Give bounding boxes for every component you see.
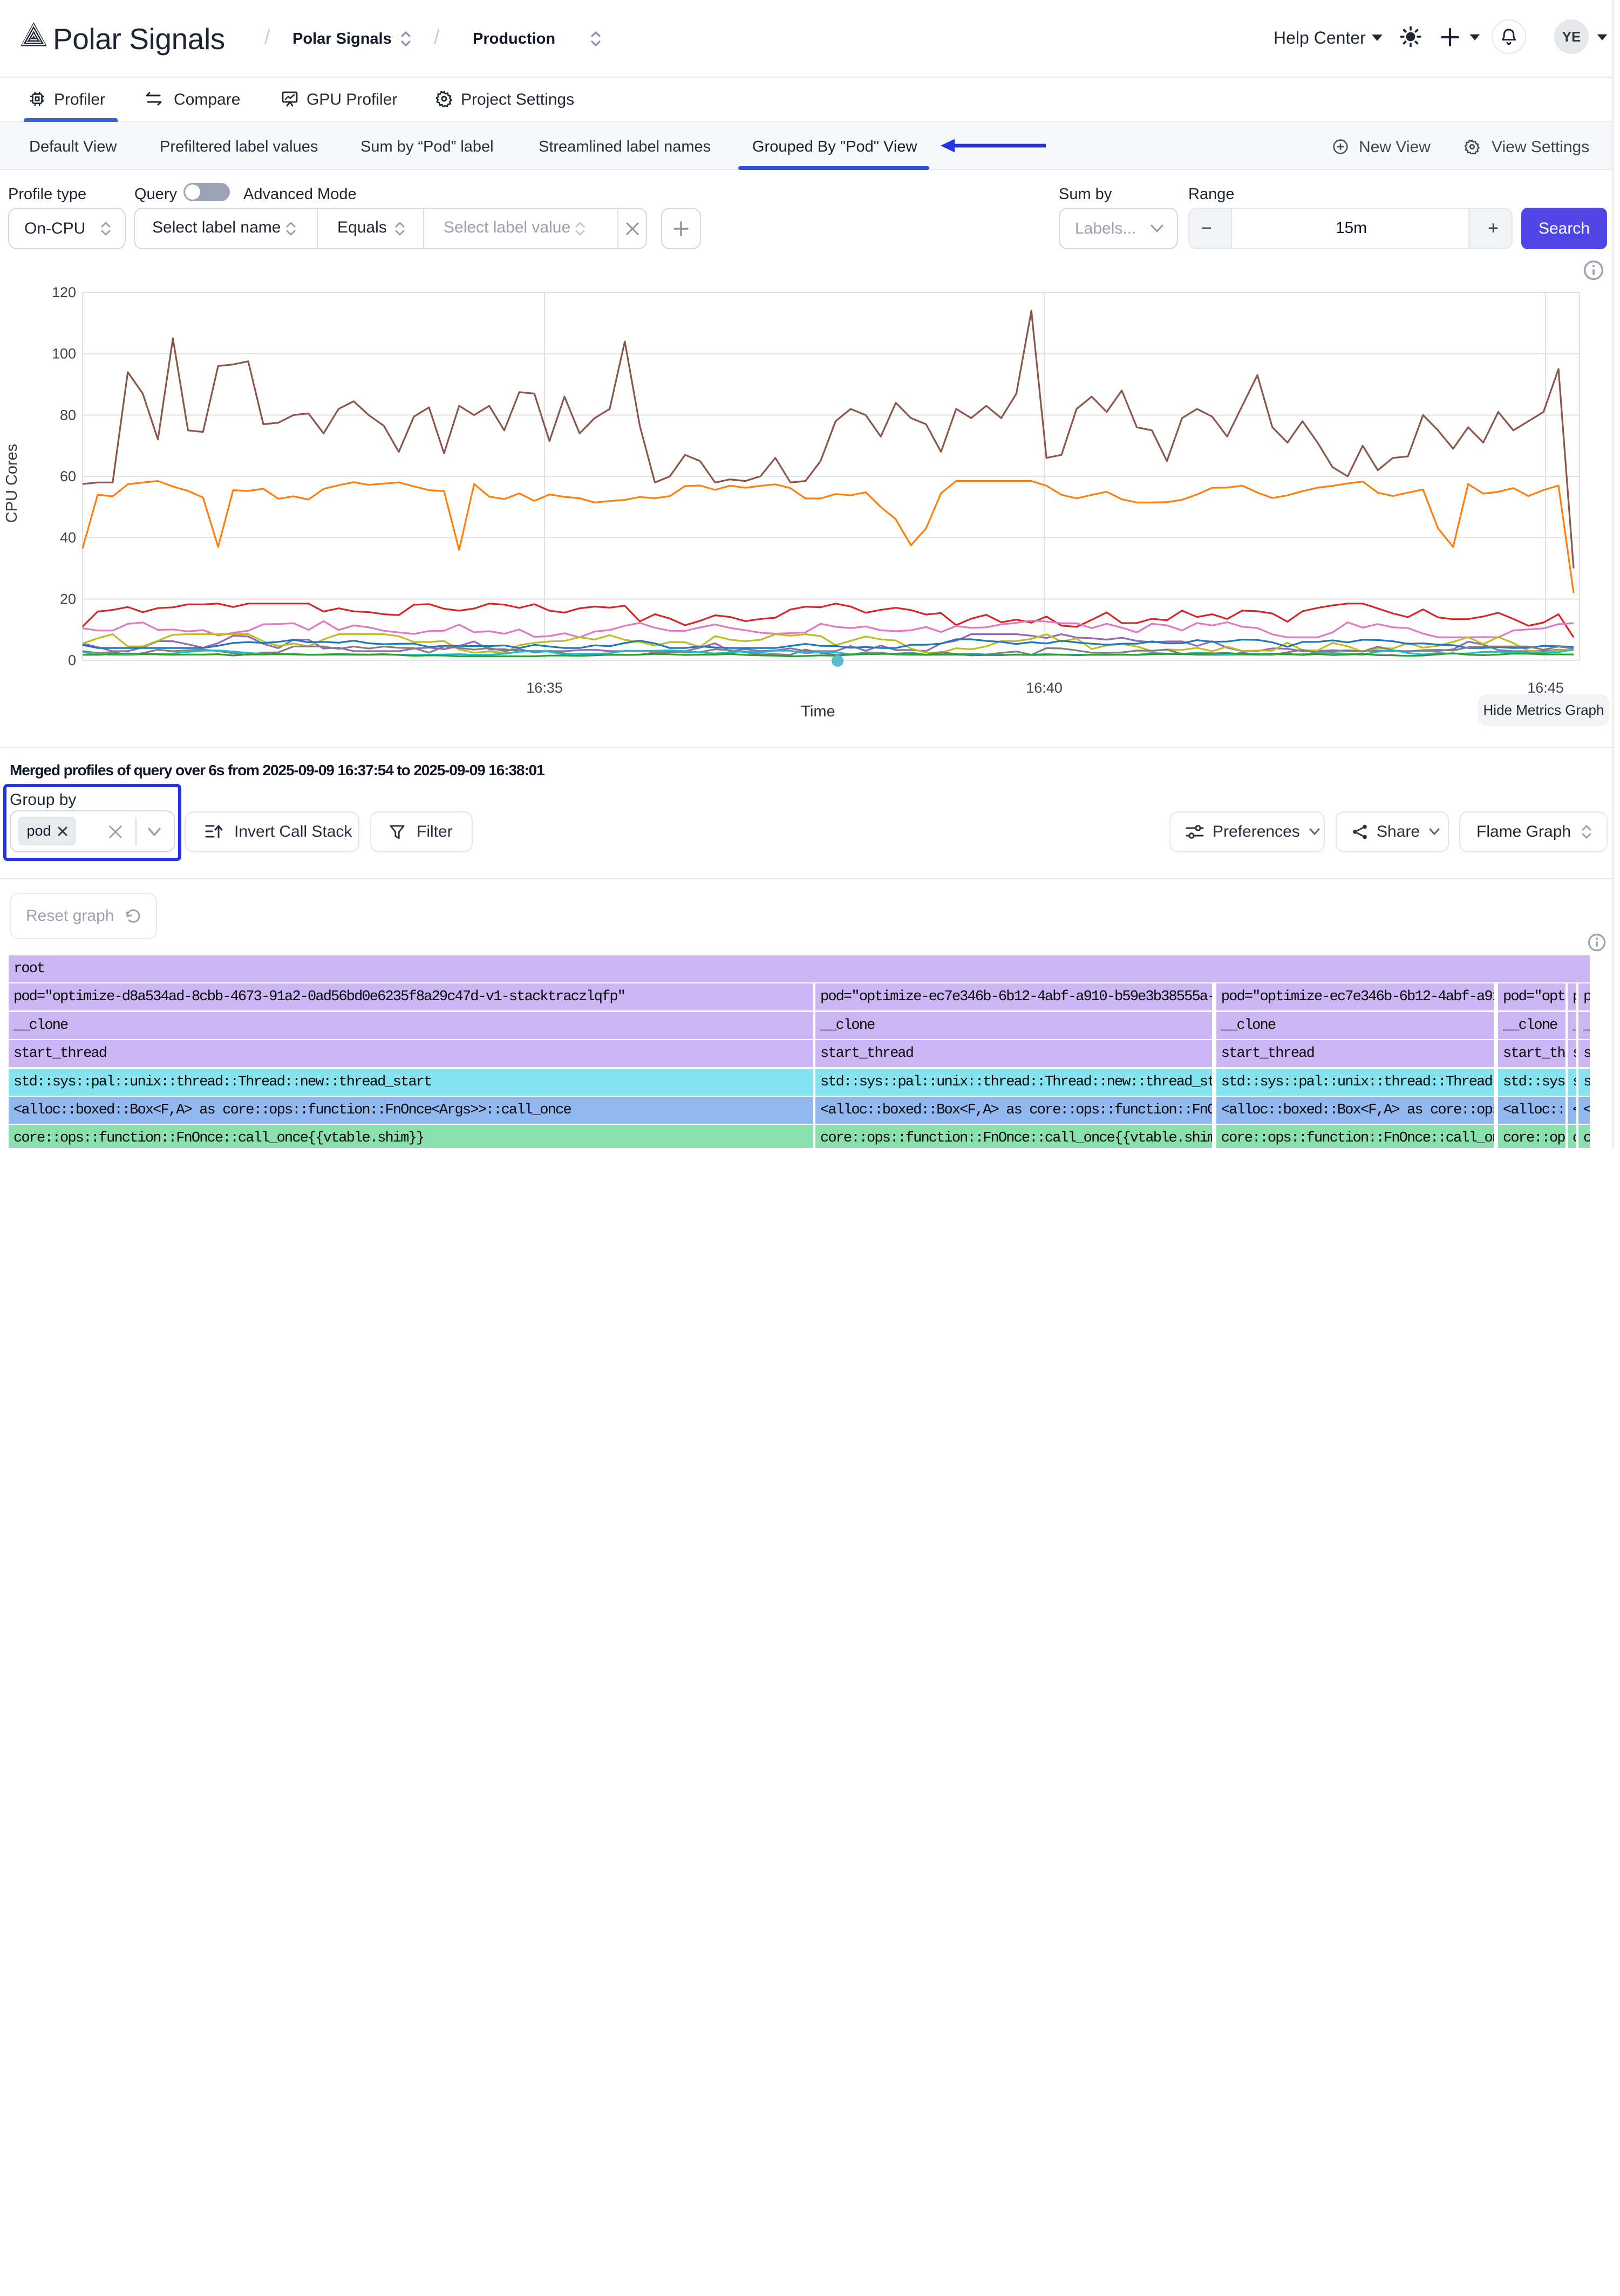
svg-text:80: 80 (60, 407, 76, 423)
svg-text:20: 20 (60, 591, 76, 607)
svg-text:60: 60 (60, 468, 76, 484)
svg-text:CPU Cores: CPU Cores (3, 444, 21, 523)
svg-text:40: 40 (60, 530, 76, 546)
svg-text:16:40: 16:40 (1026, 680, 1063, 696)
svg-text:16:35: 16:35 (526, 680, 563, 696)
svg-text:0: 0 (68, 652, 76, 668)
svg-text:16:45: 16:45 (1527, 680, 1564, 696)
svg-text:100: 100 (52, 346, 76, 362)
svg-text:Time: Time (801, 703, 835, 720)
svg-text:120: 120 (52, 284, 76, 300)
